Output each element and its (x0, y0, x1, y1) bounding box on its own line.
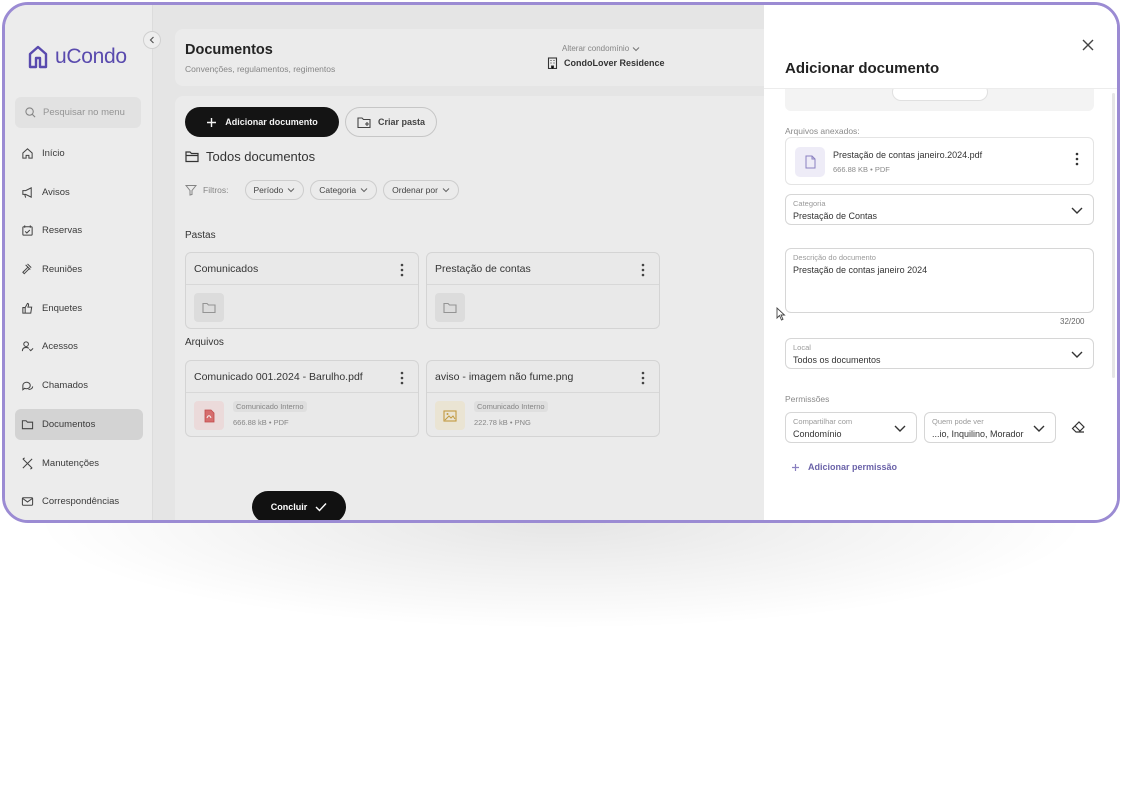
location-value: Todos os documentos (793, 355, 881, 365)
who-can-see-label: Quem pode ver (932, 417, 984, 426)
who-can-see-value: ...io, Inquilino, Morador (932, 429, 1024, 439)
char-counter: 32/200 (1060, 317, 1085, 326)
add-document-drawer: Adicionar documento Arquivos anexados: P… (764, 5, 1117, 520)
attachments-label: Arquivos anexados: (785, 126, 860, 136)
drawer-header: Adicionar documento (764, 5, 1117, 89)
collapse-sidebar-button[interactable] (143, 31, 161, 49)
attached-file-meta: 666.88 KB • PDF (833, 165, 890, 174)
chevron-down-icon (894, 425, 906, 432)
modal-overlay[interactable] (5, 5, 764, 520)
category-select[interactable]: Categoria Prestação de Contas (785, 194, 1094, 225)
add-permission-label: Adicionar permissão (808, 462, 898, 472)
add-permission-button[interactable]: Adicionar permissão (791, 462, 897, 472)
close-icon[interactable] (1081, 38, 1095, 52)
conclude-button[interactable]: Concluir (252, 491, 346, 520)
location-label: Local (793, 343, 811, 352)
drawer-scrollbar[interactable] (1112, 93, 1115, 378)
conclude-label: Concluir (270, 502, 308, 512)
share-with-label: Compartilhar com (793, 417, 853, 426)
plus-icon (792, 463, 799, 471)
attached-file-name: Prestação de contas janeiro.2024.pdf (833, 150, 983, 160)
check-icon (315, 503, 327, 512)
chevron-down-icon (1033, 425, 1045, 432)
permissions-label: Permissões (785, 394, 830, 404)
app-frame: uCondo Pesquisar no menu Início Avisos R… (2, 2, 1120, 523)
chevron-down-icon (1071, 351, 1083, 358)
description-textarea[interactable]: Descrição do documento Prestação de cont… (785, 248, 1094, 313)
who-can-see-select[interactable]: Quem pode ver ...io, Inquilino, Morador (924, 412, 1056, 443)
attached-file: Prestação de contas janeiro.2024.pdf 666… (785, 137, 1094, 185)
upload-dropzone[interactable] (785, 89, 1094, 111)
category-label: Categoria (793, 199, 826, 208)
chevron-down-icon (1071, 207, 1083, 214)
chevron-left-icon (149, 36, 154, 44)
eraser-icon[interactable] (1071, 420, 1086, 434)
description-value: Prestação de contas janeiro 2024 (793, 265, 928, 275)
mouse-cursor-icon (776, 307, 786, 321)
share-with-select[interactable]: Compartilhar com Condomínio (785, 412, 917, 443)
document-icon (805, 155, 816, 169)
category-value: Prestação de Contas (793, 211, 878, 221)
upload-button[interactable] (892, 89, 988, 101)
device-shadow (30, 520, 1092, 630)
description-label: Descrição do documento (793, 253, 876, 262)
drawer-body: Arquivos anexados: Prestação de contas j… (764, 89, 1117, 520)
share-with-value: Condomínio (793, 429, 842, 439)
file-thumbnail (795, 147, 825, 177)
location-select[interactable]: Local Todos os documentos (785, 338, 1094, 369)
kebab-menu-icon[interactable] (1075, 152, 1079, 166)
app-window: uCondo Pesquisar no menu Início Avisos R… (5, 5, 1117, 520)
drawer-title: Adicionar documento (785, 60, 940, 77)
